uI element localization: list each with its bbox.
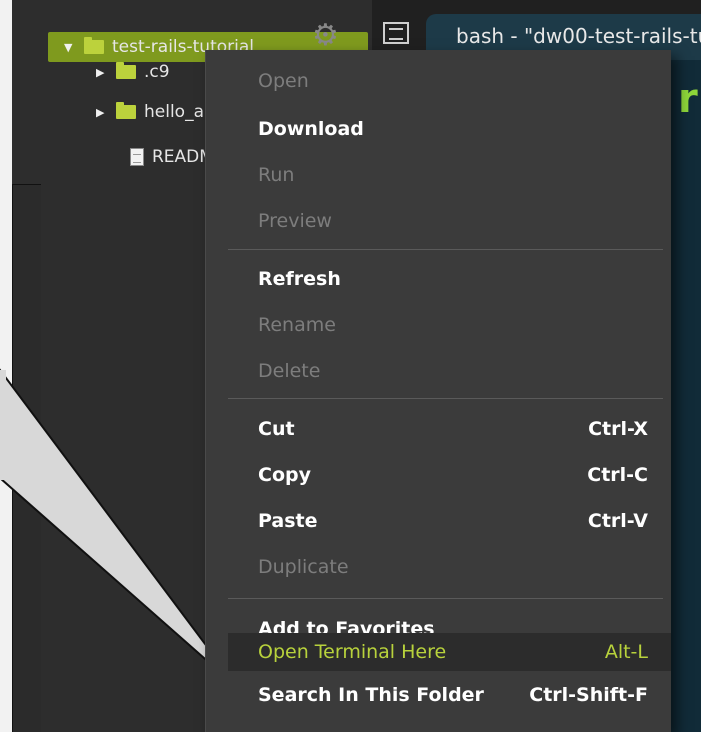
menu-item-download[interactable]: Download [258, 112, 648, 146]
menu-item-copy[interactable]: Copy Ctrl-C [258, 458, 648, 492]
menu-item-rename[interactable]: Rename [258, 308, 648, 342]
menu-separator [228, 249, 663, 250]
menu-separator [228, 398, 663, 399]
menu-item-delete[interactable]: Delete [258, 354, 648, 388]
menu-separator [228, 598, 663, 599]
menu-item-open[interactable]: Open [258, 64, 648, 98]
menu-item-paste[interactable]: Paste Ctrl-V [258, 504, 648, 538]
menu-item-preview[interactable]: Preview [258, 204, 648, 238]
menu-item-refresh[interactable]: Refresh [258, 262, 648, 296]
context-menu: Open Download Run Preview Refresh Rename… [205, 50, 671, 732]
menu-item-open-terminal-here[interactable]: Open Terminal Here Alt-L [258, 635, 648, 669]
ide-window: ▼ test-rails-tutorial ▶ .c9 ▶ hello_app … [0, 0, 701, 732]
menu-item-cut[interactable]: Cut Ctrl-X [258, 412, 648, 446]
menu-item-duplicate[interactable]: Duplicate [258, 550, 648, 584]
menu-item-search-in-folder[interactable]: Search In This Folder Ctrl-Shift-F [258, 678, 648, 712]
menu-item-run[interactable]: Run [258, 158, 648, 192]
